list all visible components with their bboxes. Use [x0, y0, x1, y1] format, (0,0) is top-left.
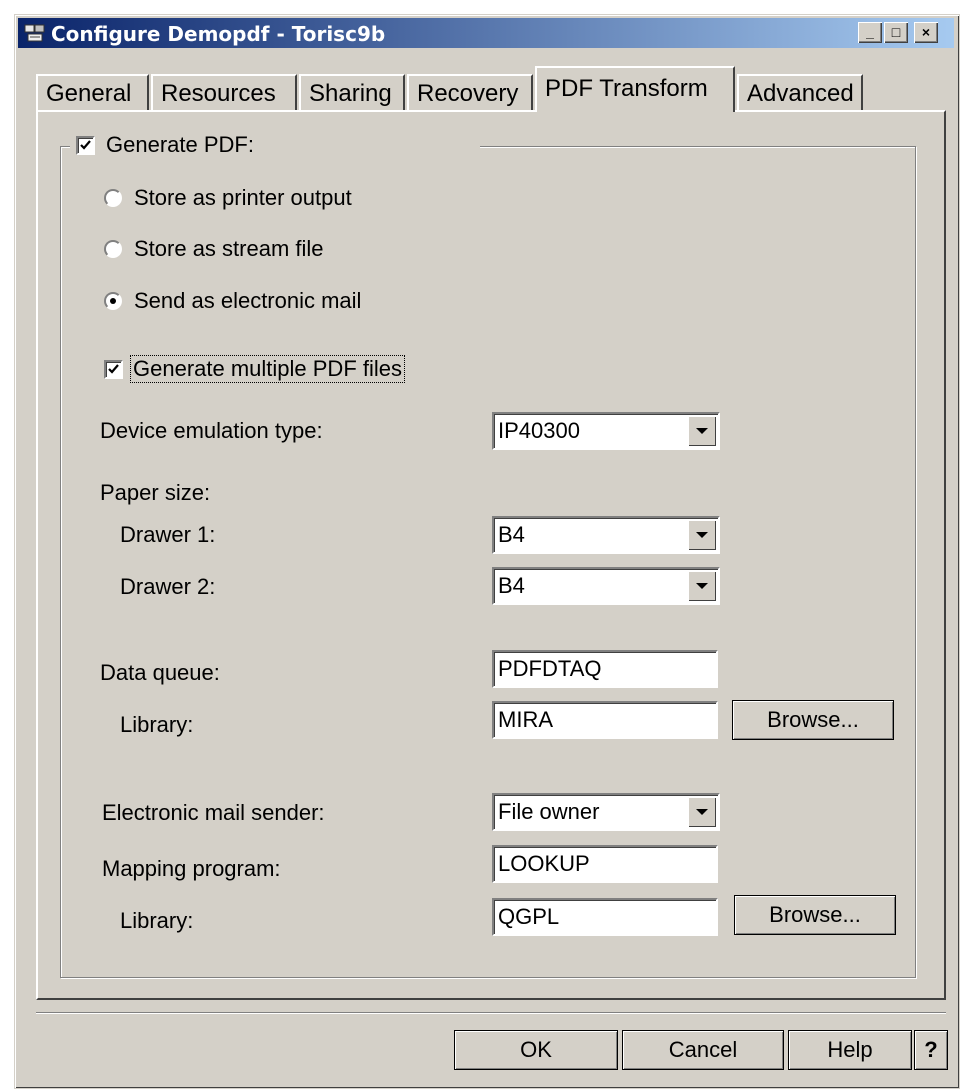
dropdown-arrow-icon[interactable]: [688, 571, 716, 601]
dropdown-arrow-icon[interactable]: [688, 520, 716, 550]
multiple-pdf-checkbox[interactable]: [104, 360, 123, 379]
paper-size-label: Paper size:: [100, 480, 211, 505]
data-queue-input[interactable]: PDFDTAQ: [492, 650, 718, 688]
data-queue-library-input[interactable]: MIRA: [492, 701, 718, 739]
device-emulation-select[interactable]: IP40300: [492, 412, 720, 450]
radio-stream-file[interactable]: [104, 240, 122, 258]
mapping-browse-button[interactable]: Browse...: [734, 895, 896, 935]
data-queue-library-label: Library:: [120, 712, 194, 737]
tab-general[interactable]: General: [36, 74, 149, 110]
drawer1-select[interactable]: B4: [492, 516, 720, 554]
generate-pdf-checkbox[interactable]: [76, 136, 95, 155]
mail-sender-value: File owner: [498, 799, 600, 824]
drawer2-select[interactable]: B4: [492, 567, 720, 605]
device-emulation-label: Device emulation type:: [100, 418, 323, 443]
whats-this-button[interactable]: ?: [914, 1030, 948, 1070]
drawer1-label: Drawer 1:: [120, 522, 216, 547]
radio-printer-output-label[interactable]: Store as printer output: [134, 185, 352, 211]
radio-stream-file-label[interactable]: Store as stream file: [134, 236, 324, 262]
app-icon: [24, 23, 46, 43]
mapping-library-label: Library:: [120, 908, 194, 933]
tab-pdf-transform[interactable]: PDF Transform: [535, 66, 735, 112]
data-queue-label: Data queue:: [100, 660, 220, 685]
generate-pdf-group: [60, 146, 916, 978]
footer-separator: [36, 1012, 946, 1014]
mapping-library-input[interactable]: QGPL: [492, 898, 718, 936]
dropdown-arrow-icon[interactable]: [688, 416, 716, 446]
mail-sender-select[interactable]: File owner: [492, 793, 720, 831]
device-emulation-value: IP40300: [498, 418, 580, 443]
mail-sender-label: Electronic mail sender:: [102, 800, 325, 825]
radio-printer-output[interactable]: [104, 189, 122, 207]
tab-advanced[interactable]: Advanced: [737, 74, 863, 110]
close-button[interactable]: ×: [914, 22, 938, 43]
generate-pdf-label: Generate PDF:: [106, 132, 254, 157]
mapping-program-label: Mapping program:: [102, 856, 281, 881]
cancel-button[interactable]: Cancel: [622, 1030, 784, 1070]
title-bar[interactable]: Configure Demopdf - Torisc9b _ □ ×: [18, 18, 954, 48]
dropdown-arrow-icon[interactable]: [688, 797, 716, 827]
tab-recovery[interactable]: Recovery: [407, 74, 533, 110]
radio-selected-dot: [110, 298, 116, 304]
multiple-pdf-label[interactable]: Generate multiple PDF files: [130, 355, 405, 383]
radio-electronic-mail[interactable]: [104, 292, 122, 310]
data-queue-browse-button[interactable]: Browse...: [732, 700, 894, 740]
help-button[interactable]: Help: [788, 1030, 912, 1070]
drawer1-value: B4: [498, 522, 525, 547]
drawer2-value: B4: [498, 573, 525, 598]
drawer2-label: Drawer 2:: [120, 574, 216, 599]
tab-resources[interactable]: Resources: [151, 74, 297, 110]
window-title: Configure Demopdf - Torisc9b: [51, 22, 386, 46]
tab-sharing[interactable]: Sharing: [299, 74, 405, 110]
maximize-button[interactable]: □: [884, 22, 908, 43]
radio-electronic-mail-label[interactable]: Send as electronic mail: [134, 288, 361, 314]
mapping-program-input[interactable]: LOOKUP: [492, 845, 718, 883]
ok-button[interactable]: OK: [454, 1030, 618, 1070]
minimize-button[interactable]: _: [858, 22, 882, 43]
